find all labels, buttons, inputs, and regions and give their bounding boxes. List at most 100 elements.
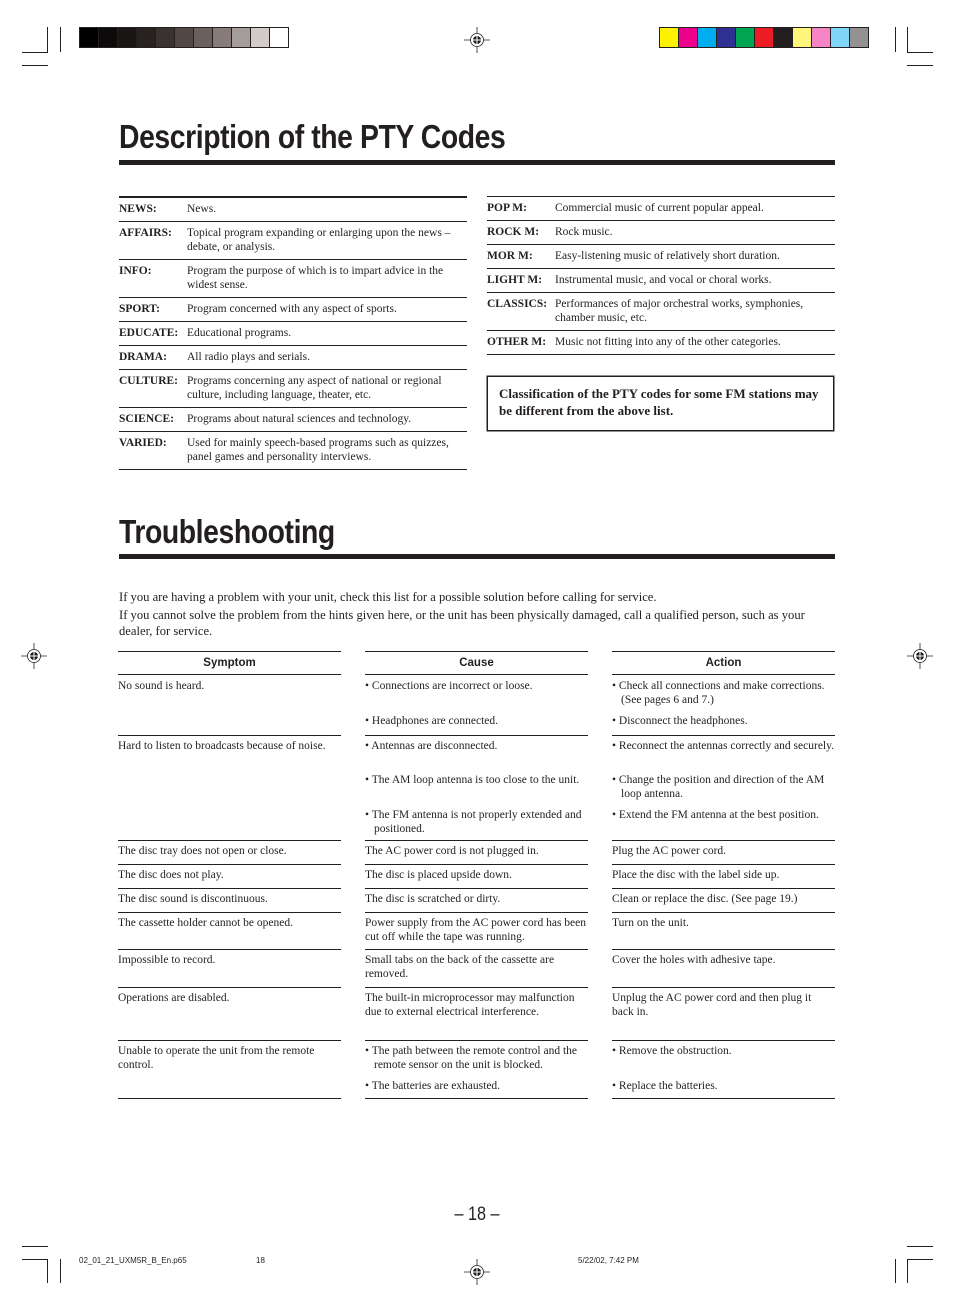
crop-mark [22, 65, 48, 66]
action-cell: Plug the AC power cord. [612, 845, 727, 857]
crop-mark [907, 1259, 933, 1260]
registration-mark-icon [464, 27, 490, 53]
color-swatch [698, 28, 717, 47]
registration-mark-icon [907, 643, 933, 669]
footer-page: 18 [256, 1256, 265, 1265]
pty-description: Instrumental music, and vocal or choral … [555, 274, 772, 286]
pty-row: CULTURE: Programs concerning any aspect o… [119, 370, 467, 408]
row-divider [365, 888, 588, 889]
action-cell: • Change the position and direction of t… [612, 774, 825, 800]
pty-row: POP M: Commercial music of current popula… [487, 197, 835, 221]
color-swatch [850, 28, 868, 47]
row-divider [612, 888, 835, 889]
symptom-cell: Hard to listen to broadcasts because of … [118, 740, 326, 752]
pty-row: LIGHT M: Instrumental music, and vocal or… [487, 269, 835, 293]
row-divider [365, 912, 588, 913]
symptom-cell: The disc tray does not open or close. [118, 845, 287, 857]
pty-row: OTHER M: Music not fitting into any of th… [487, 331, 835, 355]
action-cell: • Check all connections and make correct… [612, 680, 825, 706]
cause-cell: The built-in microprocessor may malfunct… [365, 992, 575, 1018]
crop-mark [907, 65, 933, 66]
row-divider [118, 1098, 341, 1099]
troubleshooting-intro: If you are having a problem with your un… [119, 589, 835, 640]
row-divider [118, 888, 341, 889]
symptom-cell: Impossible to record. [118, 954, 216, 966]
color-swatch [175, 28, 194, 47]
pty-code: CLASSICS: [487, 298, 548, 310]
crop-mark [22, 1259, 48, 1260]
pty-row: SPORT: Program concerned with any aspect … [119, 298, 467, 322]
symptom-cell: Operations are disabled. [118, 992, 230, 1004]
pty-description: Commercial music of current popular appe… [555, 202, 764, 214]
color-swatch [679, 28, 698, 47]
color-swatch [755, 28, 774, 47]
pty-code: AFFAIRS: [119, 227, 172, 239]
color-swatch [118, 28, 137, 47]
symptom-column: Symptom No sound is heard. Hard to listen… [118, 651, 341, 1099]
action-cell: • Extend the FM antenna at the best posi… [612, 809, 819, 821]
grayscale-color-bar [79, 27, 289, 48]
crop-mark [907, 27, 908, 53]
crop-mark [895, 27, 896, 52]
crop-mark [47, 27, 48, 53]
row-divider [118, 864, 341, 865]
color-swatch [774, 28, 793, 47]
registration-mark-icon [21, 643, 47, 669]
pty-code: SPORT: [119, 303, 160, 315]
crop-mark [895, 1259, 896, 1283]
row-divider [365, 1098, 588, 1099]
pty-row: MOR M: Easy-listening music of relatively… [487, 245, 835, 269]
pty-code: SCIENCE: [119, 413, 174, 425]
cause-cell: The disc is scratched or dirty. [365, 893, 501, 905]
pty-description: Used for mainly speech-based programs su… [187, 437, 449, 463]
crop-mark [22, 1246, 48, 1247]
crop-mark [907, 52, 933, 53]
row-divider [365, 949, 588, 950]
pty-description: Programs about natural sciences and tech… [187, 413, 412, 425]
pty-description: All radio plays and serials. [187, 351, 310, 363]
color-swatch [717, 28, 736, 47]
pty-row: NEWS: News. [119, 198, 467, 222]
color-swatch [156, 28, 175, 47]
page-number: – 18 – [454, 1204, 500, 1225]
color-swatch [194, 28, 213, 47]
crop-mark [60, 27, 61, 52]
pty-row: CLASSICS: Performances of major orchestra… [487, 293, 835, 331]
cause-cell: • The AM loop antenna is too close to th… [365, 774, 580, 786]
color-swatch [232, 28, 251, 47]
footer-filename: 02_01_21_UXM5R_B_En.p65 [79, 1256, 187, 1265]
color-swatch [660, 28, 679, 47]
action-cell: • Remove the obstruction. [612, 1045, 732, 1057]
cause-cell: • Headphones are connected. [365, 715, 499, 727]
symptom-cell: The cassette holder cannot be opened. [118, 917, 293, 929]
row-divider [118, 840, 341, 841]
color-swatch [213, 28, 232, 47]
footer-datetime: 5/22/02, 7:42 PM [578, 1256, 639, 1265]
symptom-cell: The disc sound is discontinuous. [118, 893, 268, 905]
row-divider [365, 840, 588, 841]
intro-paragraph: If you are having a problem with your un… [119, 590, 657, 604]
pty-code: EDUCATE: [119, 327, 179, 339]
pty-description: Easy-listening music of relatively short… [555, 250, 780, 262]
pty-code: DRAMA: [119, 351, 167, 363]
row-divider [118, 1040, 341, 1041]
row-divider [118, 949, 341, 950]
pty-description: Topical program expanding or enlarging u… [187, 227, 451, 253]
pty-codes-table-left: NEWS: News. AFFAIRS: Topical program expand… [119, 196, 467, 470]
pty-row: EDUCATE: Educational programs. [119, 322, 467, 346]
cause-cell: • Antennas are disconnected. [365, 740, 498, 752]
action-cell: Unplug the AC power cord and then plug i… [612, 992, 812, 1018]
action-cell: • Reconnect the antennas correctly and s… [612, 740, 834, 752]
pty-row: AFFAIRS: Topical program expanding or enl… [119, 222, 467, 260]
action-cell: Clean or replace the disc. (See page 19.… [612, 893, 798, 905]
pty-code: ROCK M: [487, 226, 540, 238]
registration-mark-icon [464, 1259, 490, 1285]
cause-cell: • The path between the remote control an… [365, 1045, 578, 1071]
intro-paragraph: If you cannot solve the problem from the… [119, 607, 805, 639]
troubleshooting-title: Troubleshooting [119, 513, 335, 550]
row-divider [612, 912, 835, 913]
row-divider [118, 987, 341, 988]
pty-description: News. [187, 203, 217, 215]
pty-code: LIGHT M: [487, 274, 543, 286]
title-rule [119, 160, 835, 165]
